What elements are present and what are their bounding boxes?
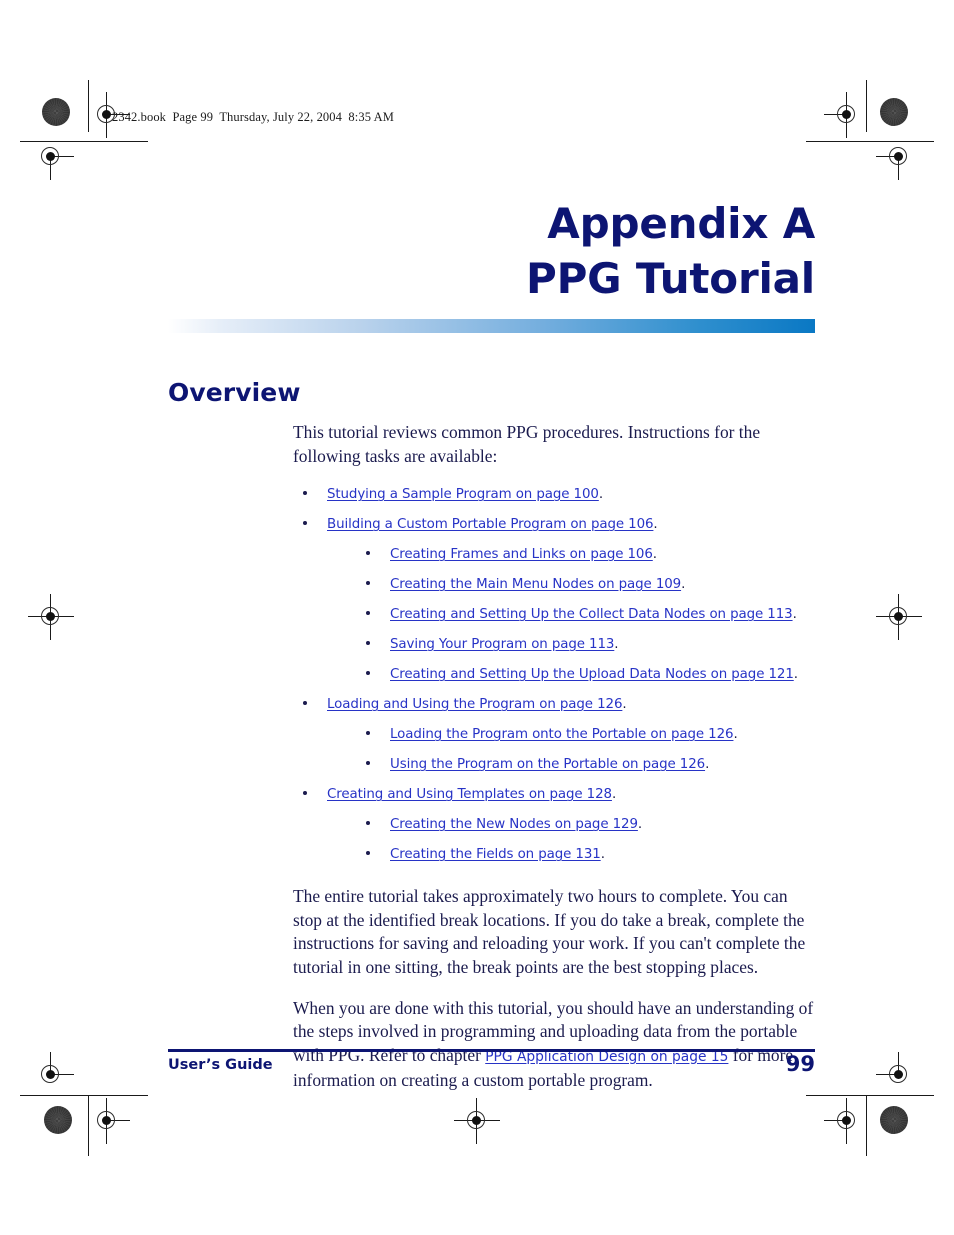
- bullet-icon: [366, 731, 370, 736]
- bullet-icon: [366, 671, 370, 676]
- content-column: This tutorial reviews common PPG procedu…: [293, 421, 814, 1110]
- toc-link-trailing-period: .: [792, 607, 797, 623]
- toc-link-trailing-period: .: [705, 757, 710, 773]
- toc-link[interactable]: Loading the Program onto the Portable on…: [390, 727, 734, 742]
- toc-link-trailing-period: .: [653, 517, 658, 533]
- toc-link[interactable]: Studying a Sample Program on page 100: [327, 487, 599, 502]
- page-title-line-2: PPG Tutorial: [526, 254, 815, 303]
- toc-link-trailing-period: .: [614, 637, 619, 653]
- toc-item: Studying a Sample Program on page 100.: [293, 485, 814, 503]
- toc-subitem: Using the Program on the Portable on pag…: [356, 755, 814, 773]
- page-title-line-1: Appendix A: [547, 199, 815, 248]
- toc-link-trailing-period: .: [652, 547, 658, 563]
- bullet-icon: [303, 701, 307, 706]
- toc-link[interactable]: Creating the Fields on page 131: [390, 847, 601, 862]
- closing-paragraph-1: The entire tutorial takes approximately …: [293, 886, 806, 977]
- toc-sublist: Creating Frames and Links on page 106. Cr…: [356, 545, 814, 683]
- toc-sublist: Loading the Program onto the Portable on…: [356, 725, 814, 773]
- section-heading-overview: Overview: [168, 378, 301, 407]
- bullet-icon: [303, 521, 307, 526]
- toc-link[interactable]: Creating Frames and Links on page 106: [390, 547, 653, 562]
- toc-link[interactable]: Loading and Using the Program on page 12…: [327, 697, 622, 712]
- toc-link-trailing-period: .: [598, 487, 604, 503]
- toc-subitem: Creating and Setting Up the Upload Data …: [356, 665, 814, 683]
- toc-link-trailing-period: .: [622, 697, 627, 713]
- toc-link[interactable]: Using the Program on the Portable on pag…: [390, 757, 705, 772]
- toc-link-trailing-period: .: [733, 727, 738, 743]
- toc-link-trailing-period: .: [681, 577, 686, 593]
- closing-paragraph-2: When you are done with this tutorial, yo…: [293, 997, 814, 1093]
- toc-subitem: Saving Your Program on page 113.: [356, 635, 814, 653]
- toc-link[interactable]: Creating and Setting Up the Collect Data…: [390, 607, 793, 622]
- bullet-icon: [366, 581, 370, 586]
- title-gradient-rule: [168, 319, 815, 333]
- document-page: 2342.book Page 99 Thursday, July 22, 200…: [0, 0, 954, 1235]
- toc-item: Building a Custom Portable Program on pa…: [293, 515, 814, 683]
- bullet-icon: [366, 551, 370, 556]
- footer-page-number: 99: [785, 1052, 815, 1076]
- toc-subitem: Loading the Program onto the Portable on…: [356, 725, 814, 743]
- toc-link[interactable]: Creating and Setting Up the Upload Data …: [390, 667, 794, 682]
- toc-subitem: Creating the New Nodes on page 129.: [356, 815, 814, 833]
- toc-link[interactable]: Creating and Using Templates on page 128: [327, 787, 612, 802]
- toc-subitem: Creating the Fields on page 131.: [356, 845, 814, 863]
- toc-sublist: Creating the New Nodes on page 129. Creat…: [356, 815, 814, 863]
- toc-subitem: Creating Frames and Links on page 106.: [356, 545, 814, 563]
- toc-list: Studying a Sample Program on page 100. Bu…: [293, 485, 814, 863]
- toc-link-trailing-period: .: [637, 817, 643, 833]
- bullet-icon: [303, 791, 307, 796]
- bullet-icon: [366, 611, 370, 616]
- toc-item: Creating and Using Templates on page 128…: [293, 785, 814, 863]
- bullet-icon: [366, 851, 370, 856]
- toc-link[interactable]: Building a Custom Portable Program on pa…: [327, 517, 654, 532]
- bullet-icon: [366, 821, 370, 826]
- toc-item: Loading and Using the Program on page 12…: [293, 695, 814, 773]
- toc-subitem: Creating the Main Menu Nodes on page 109…: [356, 575, 814, 593]
- bullet-icon: [366, 641, 370, 646]
- document-header-line: 2342.book Page 99 Thursday, July 22, 200…: [112, 110, 394, 124]
- toc-link-trailing-period: .: [793, 667, 799, 683]
- page-title: Appendix A PPG Tutorial: [168, 196, 815, 306]
- toc-link[interactable]: Saving Your Program on page 113: [390, 637, 614, 652]
- toc-link-trailing-period: .: [611, 787, 617, 803]
- bullet-icon: [366, 761, 370, 766]
- toc-link[interactable]: Creating the Main Menu Nodes on page 109: [390, 577, 681, 592]
- toc-subitem: Creating and Setting Up the Collect Data…: [356, 605, 814, 623]
- intro-paragraph: This tutorial reviews common PPG procedu…: [293, 422, 761, 466]
- bullet-icon: [303, 491, 307, 496]
- toc-link[interactable]: Creating the New Nodes on page 129: [390, 817, 638, 832]
- toc-link-trailing-period: .: [600, 847, 605, 863]
